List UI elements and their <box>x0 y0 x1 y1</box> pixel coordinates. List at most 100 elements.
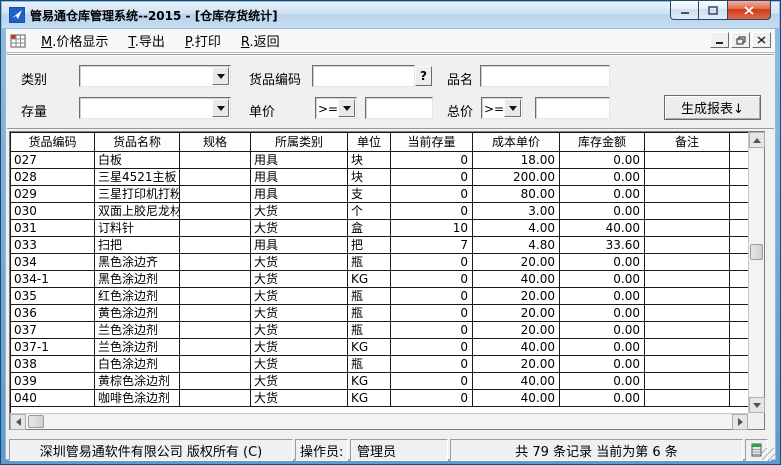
column-header[interactable]: 所属类别 <box>251 133 348 152</box>
table-cell: 0.00 <box>560 152 645 169</box>
table-cell: 80.00 <box>473 186 560 203</box>
column-header[interactable]: 备注 <box>645 133 730 152</box>
table-row[interactable]: 031订料针大货盒104.0040.00 <box>11 220 748 237</box>
table-cell: 用具 <box>251 152 348 169</box>
item-name-field[interactable] <box>480 65 610 87</box>
unit-price-field[interactable] <box>365 97 433 119</box>
scroll-right-button[interactable] <box>732 414 748 430</box>
item-code-label: 货品编码 <box>249 69 301 88</box>
table-cell: 0.00 <box>560 390 645 407</box>
mdi-restore-button[interactable] <box>731 32 750 48</box>
table-row[interactable]: 035红色涂边剂大货瓶020.000.00 <box>11 288 748 305</box>
stock-dropdown-button[interactable] <box>212 99 229 117</box>
item-name-label: 品名 <box>447 69 473 88</box>
column-header[interactable]: 成本单价 <box>473 133 560 152</box>
table-cell: 大货 <box>251 254 348 271</box>
vertical-scrollbar[interactable] <box>748 132 764 413</box>
close-button[interactable] <box>728 1 771 20</box>
resize-grip[interactable] <box>762 448 775 461</box>
stock-label: 存量 <box>21 101 47 120</box>
scroll-down-button[interactable] <box>749 397 765 413</box>
table-cell: 028 <box>11 169 95 186</box>
table-cell: 0 <box>391 339 473 356</box>
table-row[interactable]: 027白板用具块018.000.00 <box>11 152 748 169</box>
table-cell: 黄棕色涂边剂 <box>95 373 180 390</box>
generate-report-button[interactable]: 生成报表↓ <box>664 95 761 120</box>
table-cell: 咖啡色涂边剂 <box>95 390 180 407</box>
item-code-lookup-button[interactable]: ? <box>415 66 432 86</box>
table-row[interactable]: 038白色涂边剂大货瓶020.000.00 <box>11 356 748 373</box>
menu-item-export[interactable]: T.导出 <box>121 29 172 52</box>
title-bar: 管易通仓库管理系统--2015 - [仓库存货统计] <box>2 2 779 28</box>
table-cell: 0 <box>391 203 473 220</box>
table-cell: 盒 <box>348 220 391 237</box>
unit-price-operator-combobox[interactable]: >= <box>315 97 357 119</box>
table-row[interactable]: 040咖啡色涂边剂大货KG040.000.00 <box>11 390 748 407</box>
table-cell: 黑色涂边齐 <box>95 254 180 271</box>
category-dropdown-button[interactable] <box>212 67 229 85</box>
table-row[interactable]: 030双面上胶尼龙材大货个03.000.00 <box>11 203 748 220</box>
menu-item-return[interactable]: R.返回 <box>234 29 287 52</box>
mdi-window-buttons <box>710 32 771 48</box>
table-cell: 大货 <box>251 271 348 288</box>
vertical-scroll-thumb[interactable] <box>750 244 763 260</box>
table-cell: 40.00 <box>473 390 560 407</box>
table-cell: 0 <box>391 288 473 305</box>
chevron-down-icon <box>343 106 351 111</box>
minimize-button[interactable] <box>670 1 699 20</box>
table-cell: 用具 <box>251 169 348 186</box>
table-row[interactable]: 039黄棕色涂边剂大货KG040.000.00 <box>11 373 748 390</box>
total-price-input[interactable] <box>536 99 609 119</box>
table-cell: 0.00 <box>560 305 645 322</box>
unit-price-input[interactable] <box>366 99 432 119</box>
column-header[interactable]: 单位 <box>348 133 391 152</box>
total-price-dropdown-button[interactable] <box>504 99 521 117</box>
column-header[interactable]: 货品编码 <box>11 133 95 152</box>
unit-price-dropdown-button[interactable] <box>338 99 355 117</box>
column-header[interactable]: 库存金额 <box>560 133 645 152</box>
mdi-restore-icon <box>736 36 746 45</box>
trailing-column-header <box>730 133 748 152</box>
total-price-field[interactable] <box>535 97 610 119</box>
table-cell: 黑色涂边剂 <box>95 271 180 288</box>
table-row[interactable]: 033扫把用具把74.8033.60 <box>11 237 748 254</box>
maximize-button[interactable] <box>699 1 728 20</box>
column-header[interactable]: 规格 <box>180 133 251 152</box>
table-cell <box>645 322 730 339</box>
table-row[interactable]: 034黑色涂边齐大货瓶020.000.00 <box>11 254 748 271</box>
mdi-close-button[interactable] <box>752 32 771 48</box>
table-cell: 10 <box>391 220 473 237</box>
table-cell: 038 <box>11 356 95 373</box>
table-row[interactable]: 036黄色涂边剂大货瓶020.000.00 <box>11 305 748 322</box>
column-header[interactable]: 当前存量 <box>391 133 473 152</box>
table-row[interactable]: 037-1兰色涂边剂大货KG040.000.00 <box>11 339 748 356</box>
item-name-input[interactable] <box>481 67 609 87</box>
table-row[interactable]: 029三星打印机打粉用具支080.000.00 <box>11 186 748 203</box>
scroll-up-button[interactable] <box>749 132 765 148</box>
category-combobox[interactable] <box>79 65 231 87</box>
item-code-input[interactable] <box>313 67 414 87</box>
maximize-icon <box>708 6 718 15</box>
horizontal-scroll-thumb[interactable] <box>28 415 44 428</box>
table-cell: 036 <box>11 305 95 322</box>
trailing-cell <box>730 322 748 339</box>
table-row[interactable]: 034-1黑色涂边剂大货KG040.000.00 <box>11 271 748 288</box>
inventory-table: 货品编码货品名称规格所属类别单位当前存量成本单价库存金额备注 027白板用具块0… <box>9 131 765 430</box>
menu-item-price-display[interactable]: M.价格显示 <box>34 29 115 52</box>
table-row[interactable]: 028三星4521主板用具块0200.000.00 <box>11 169 748 186</box>
total-price-operator-combobox[interactable]: >= <box>481 97 523 119</box>
mdi-minimize-button[interactable] <box>710 32 729 48</box>
column-header[interactable]: 货品名称 <box>95 133 180 152</box>
table-cell: 双面上胶尼龙材 <box>95 203 180 220</box>
table-cell: 瓶 <box>348 288 391 305</box>
menu-item-print[interactable]: P.打印 <box>178 29 228 52</box>
table-cell: 030 <box>11 203 95 220</box>
table-cell: 白板 <box>95 152 180 169</box>
horizontal-scrollbar[interactable] <box>10 413 748 429</box>
menu-label: .导出 <box>135 35 165 50</box>
stock-combobox[interactable] <box>79 97 231 119</box>
item-code-field[interactable] <box>312 65 415 87</box>
table-cell: KG <box>348 271 391 288</box>
table-row[interactable]: 037兰色涂边剂大货瓶020.000.00 <box>11 322 748 339</box>
scroll-left-button[interactable] <box>10 414 26 430</box>
